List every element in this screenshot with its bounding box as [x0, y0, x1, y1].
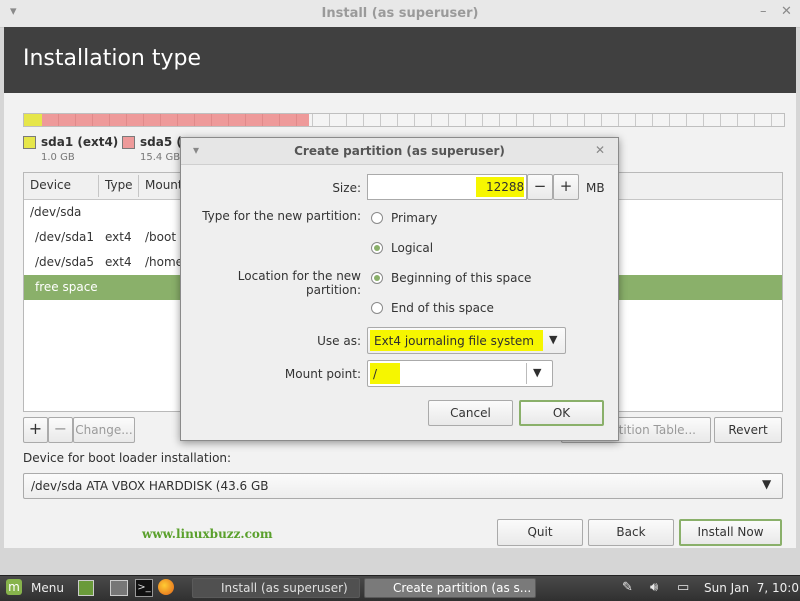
- row-mount: /home: [145, 255, 184, 269]
- partition-bar: [23, 113, 785, 127]
- use-as-label: Use as:: [317, 334, 361, 348]
- watermark: www.linuxbuzz.com: [142, 527, 273, 541]
- size-unit: MB: [586, 181, 605, 195]
- show-desktop-icon[interactable]: [78, 580, 94, 596]
- revert-button[interactable]: Revert: [714, 417, 782, 443]
- row-device: /dev/sda5: [35, 255, 95, 269]
- mount-point-label: Mount point:: [284, 367, 361, 381]
- legend-size-sda5: 15.4 GB: [140, 152, 181, 163]
- radio-primary-label[interactable]: Primary: [391, 211, 437, 225]
- page-title: Installation type: [23, 46, 201, 71]
- boot-loader-label: Device for boot loader installation:: [23, 451, 232, 465]
- install-now-button[interactable]: Install Now: [679, 519, 782, 546]
- partition-type-label: Type for the new partition:: [202, 209, 361, 223]
- terminal-icon[interactable]: >_: [135, 579, 153, 597]
- main-window-title: Install (as superuser): [321, 6, 479, 21]
- change-partition-button[interactable]: Change...: [73, 417, 135, 443]
- remove-partition-button[interactable]: −: [48, 417, 73, 443]
- taskbar: m Menu >_ Install (as superuser) Create …: [0, 575, 800, 601]
- row-device: /dev/sda: [30, 205, 82, 219]
- mint-logo-icon[interactable]: m: [6, 579, 22, 595]
- radio-beginning-label[interactable]: Beginning of this space: [391, 271, 531, 285]
- radio-logical[interactable]: [371, 242, 383, 254]
- radio-beginning[interactable]: [371, 272, 383, 284]
- size-label: Size:: [332, 181, 361, 195]
- legend-name-sda1: sda1 (ext4): [41, 135, 119, 149]
- firefox-icon[interactable]: [158, 579, 174, 595]
- row-device: free space: [35, 280, 98, 294]
- chevron-down-icon: ▼: [762, 477, 772, 491]
- legend-swatch-sda5: [122, 136, 135, 149]
- header-band: Installation type: [4, 27, 796, 93]
- menu-button[interactable]: Menu: [31, 581, 64, 595]
- task-create-partition[interactable]: Create partition (as s...: [364, 578, 536, 598]
- size-decrease-button[interactable]: −: [527, 174, 553, 200]
- task-install[interactable]: Install (as superuser): [192, 578, 360, 598]
- partition-bar-sda5: [42, 114, 309, 126]
- back-button[interactable]: Back: [588, 519, 674, 546]
- file-manager-icon[interactable]: [110, 580, 128, 596]
- size-value: 12288: [486, 180, 525, 194]
- column-type[interactable]: Type: [105, 178, 133, 192]
- dialog-close-icon[interactable]: ✕: [595, 143, 605, 157]
- battery-icon[interactable]: ▭: [677, 580, 689, 595]
- partition-location-label: Location for the new partition:: [237, 269, 361, 297]
- column-mount[interactable]: Mount: [145, 178, 183, 192]
- row-device: /dev/sda1: [35, 230, 95, 244]
- dialog-title: Create partition (as superuser): [294, 144, 505, 158]
- radio-end[interactable]: [371, 302, 383, 314]
- boot-loader-select[interactable]: /dev/sda ATA VBOX HARDDISK (43.6 GB ▼: [23, 473, 783, 499]
- add-partition-button[interactable]: +: [23, 417, 48, 443]
- clock: Sun Jan 7, 10:07: [704, 581, 800, 595]
- row-type: ext4: [105, 230, 132, 244]
- radio-primary[interactable]: [371, 212, 383, 224]
- mount-point-value: /: [373, 367, 378, 381]
- chevron-down-icon: ▼: [549, 333, 558, 346]
- use-as-select[interactable]: Ext4 journaling file system ▼: [367, 327, 566, 354]
- create-partition-dialog: ▾ Create partition (as superuser) ✕ Size…: [180, 137, 619, 441]
- minimize-icon[interactable]: –: [760, 4, 767, 19]
- ok-button[interactable]: OK: [519, 400, 604, 426]
- size-increase-button[interactable]: +: [553, 174, 579, 200]
- use-as-value: Ext4 journaling file system: [374, 334, 534, 348]
- quit-button[interactable]: Quit: [497, 519, 583, 546]
- mount-point-combo[interactable]: / ▼: [367, 360, 553, 387]
- column-device[interactable]: Device: [30, 178, 71, 192]
- partition-bar-sda1: [24, 114, 42, 126]
- legend-size-sda1: 1.0 GB: [41, 152, 75, 163]
- dialog-titlebar: ▾ Create partition (as superuser) ✕: [181, 138, 618, 165]
- size-input[interactable]: 12288: [367, 174, 527, 200]
- cancel-button[interactable]: Cancel: [428, 400, 513, 426]
- main-titlebar: ▾ Install (as superuser) – ✕: [0, 0, 800, 28]
- radio-logical-label[interactable]: Logical: [391, 241, 433, 255]
- radio-end-label[interactable]: End of this space: [391, 301, 494, 315]
- boot-loader-value: /dev/sda ATA VBOX HARDDISK (43.6 GB: [31, 479, 269, 493]
- legend-swatch-sda1: [23, 136, 36, 149]
- volume-icon[interactable]: 🔊︎: [650, 580, 658, 595]
- network-icon[interactable]: ✎: [622, 580, 633, 595]
- row-mount: /boot: [145, 230, 177, 244]
- row-type: ext4: [105, 255, 132, 269]
- close-icon[interactable]: ✕: [781, 4, 792, 19]
- chevron-down-icon[interactable]: ▼: [533, 366, 541, 379]
